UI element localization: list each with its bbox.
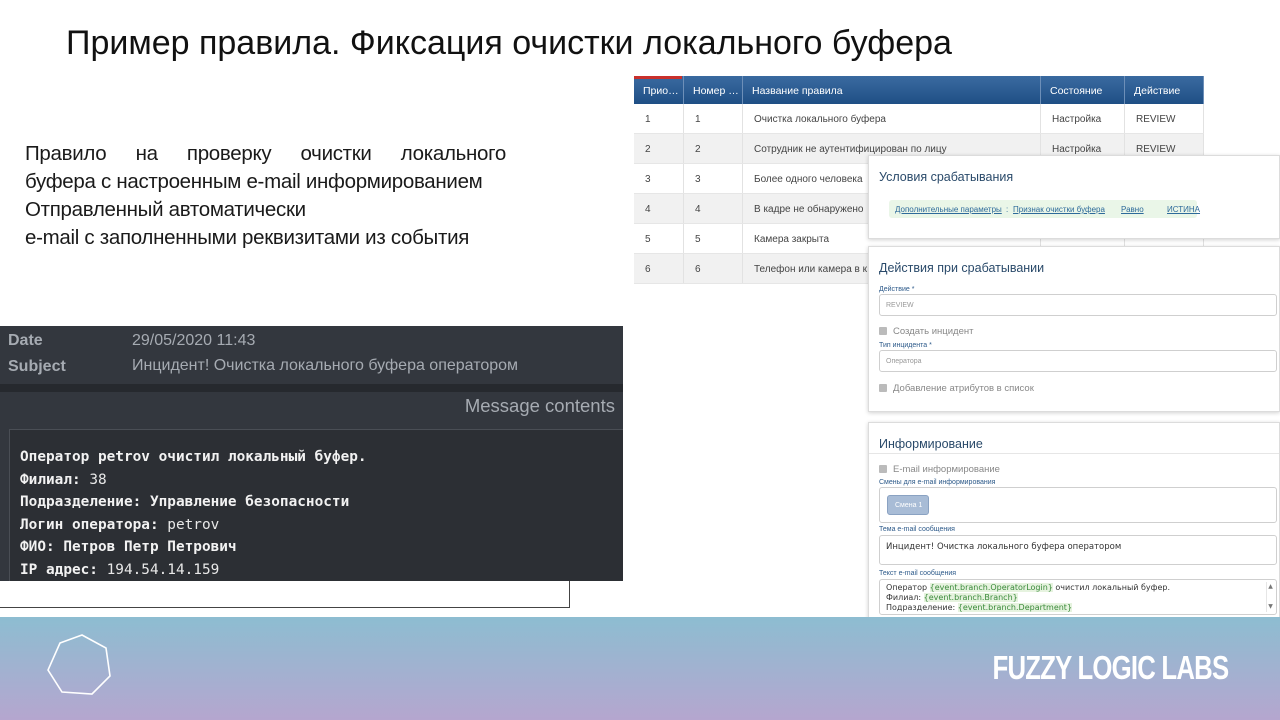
email-date-value: 29/05/2020 11:43 (132, 332, 256, 349)
shifts-label: Смены для e-mail информирования (879, 479, 996, 486)
email-subject-value: Инцидент! Очистка локального буфера опер… (132, 357, 519, 374)
condition-attr-link[interactable]: Признак очистки буфера (1013, 205, 1105, 214)
scroll-down-icon[interactable]: ▼ (1268, 603, 1273, 610)
inform-title: Информирование (879, 437, 983, 451)
scrollbar[interactable]: ▲ ▼ (1266, 582, 1274, 612)
email-text-area[interactable]: Оператор {event.branch.OperatorLogin} оч… (879, 579, 1277, 615)
text-fragment: Подразделение: (886, 603, 958, 612)
slide-title: Пример правила. Фиксация очистки локальн… (66, 24, 952, 62)
text-label: Текст e-mail сообщения (879, 570, 957, 577)
checkbox-box[interactable] (879, 384, 887, 392)
brand-logo: FUZZY LOGIC LABS (992, 649, 1229, 686)
incident-type-label: Тип инцидента * (879, 342, 932, 349)
text-fragment: очистил локальный буфер. (1052, 583, 1171, 592)
email-line: IP адрес: 194.54.14.159 (20, 559, 623, 582)
description-line: e-mail с заполненными реквизитами из соб… (25, 226, 470, 249)
email-line: ФИО: Петров Петр Петрович (20, 536, 623, 559)
email-line-key: Логин оператора: (20, 516, 159, 533)
template-variable: {event.branch.Branch} (923, 593, 1018, 602)
table-cell: 1 (684, 104, 743, 133)
shift-tag[interactable]: Смена 1 (887, 495, 929, 515)
table-cell: 1 (634, 104, 684, 133)
table-cell: REVIEW (1125, 104, 1204, 133)
table-cell: 4 (684, 194, 743, 223)
email-message: Date 29/05/2020 11:43 Subject Инцидент! … (0, 326, 623, 581)
email-line-value: 38 (80, 471, 107, 488)
condition-chip[interactable]: Дополнительные параметры : Признак очист… (889, 200, 1200, 218)
message-contents-label: Message contents (464, 395, 615, 416)
table-cell: 5 (684, 224, 743, 253)
email-inform-checkbox[interactable]: E-mail информирование (879, 464, 1000, 475)
text-fragment: Оператор (886, 583, 930, 592)
condition-op-link[interactable]: Равно (1121, 205, 1144, 214)
description-line: Правило на проверку очистки локального (25, 142, 506, 165)
divider (0, 384, 623, 392)
table-cell: 2 (634, 134, 684, 163)
column-header-number[interactable]: Номер … (684, 76, 743, 104)
email-subject-label: Subject (8, 358, 66, 375)
condition-separator: : (1006, 205, 1009, 214)
condition-param-link[interactable]: Дополнительные параметры (895, 205, 1002, 214)
heptagon-logo-icon (47, 634, 111, 695)
table-cell: 2 (684, 134, 743, 163)
table-row[interactable]: 1 1 Очистка локального буфера Настройка … (634, 104, 1204, 134)
email-line-value: petrov (158, 516, 220, 533)
table-cell: 6 (684, 254, 743, 283)
email-line: Филиал: 38 (20, 469, 623, 492)
email-line-key: Оператор petrov очистил локальный буфер. (20, 449, 367, 465)
add-attributes-label: Добавление атрибутов в список (893, 383, 1034, 394)
email-line-key: Филиал: (20, 471, 81, 488)
action-label: Действие * (879, 286, 915, 293)
text-fragment: Филиал: (886, 593, 924, 602)
description: Правило на проверку очистки локального б… (25, 140, 506, 252)
email-line-value: 194.54.14.159 (97, 561, 220, 578)
create-incident-label: Создать инцидент (893, 326, 974, 337)
checkbox-box[interactable] (879, 465, 887, 473)
column-header-action[interactable]: Действие (1125, 76, 1204, 104)
email-line-key: ФИО: Петров Петр Петрович (20, 539, 237, 555)
table-cell: 6 (634, 254, 684, 283)
email-line: Логин оператора: petrov (20, 514, 623, 537)
actions-panel: Действия при срабатывании Действие * REV… (868, 246, 1280, 412)
add-attributes-checkbox[interactable]: Добавление атрибутов в список (879, 383, 1034, 394)
table-header: Прио… Номер … Название правила Состояние… (634, 76, 1204, 104)
conditions-title: Условия срабатывания (879, 170, 1014, 184)
table-cell: Очистка локального буфера (743, 104, 1041, 133)
template-variable: {event.branch.Department} (957, 603, 1073, 612)
email-line-key: Подразделение: Управление безопасности (20, 494, 350, 510)
action-select[interactable]: REVIEW (879, 294, 1277, 316)
description-line: буфера с настроенным e-mail информирован… (25, 170, 483, 193)
actions-title: Действия при срабатывании (879, 261, 1045, 275)
column-header-rule-name[interactable]: Название правила (743, 76, 1041, 104)
table-cell: 3 (634, 164, 684, 193)
incident-type-select[interactable]: Оператора (879, 350, 1277, 372)
template-variable: {event.branch.OperatorLogin} (929, 583, 1053, 592)
email-date-label: Date (8, 332, 43, 349)
create-incident-checkbox[interactable]: Создать инцидент (879, 326, 973, 337)
subject-label: Тема e-mail сообщения (879, 526, 955, 533)
email-line: Оператор petrov очистил локальный буфер. (20, 446, 623, 469)
table-cell: 5 (634, 224, 684, 253)
inform-panel: Информирование E-mail информирование Сме… (868, 422, 1280, 620)
conditions-panel: Условия срабатывания Дополнительные пара… (868, 155, 1280, 239)
table-accent (634, 76, 682, 79)
description-line: Отправленный автоматически (25, 198, 306, 221)
email-line-key: IP адрес: (20, 561, 98, 578)
column-header-priority[interactable]: Прио… (634, 76, 684, 104)
shifts-field[interactable] (879, 487, 1277, 523)
checkbox-box[interactable] (879, 327, 887, 335)
email-body: Оператор petrov очистил локальный буфер.… (9, 429, 623, 581)
email-line: Подразделение: Управление безопасности (20, 491, 623, 514)
divider (869, 453, 1279, 454)
table-cell: Настройка (1041, 104, 1125, 133)
email-inform-label: E-mail информирование (893, 464, 1000, 475)
subject-input[interactable]: Инцидент! Очистка локального буфера опер… (879, 535, 1277, 565)
table-cell: 3 (684, 164, 743, 193)
footer-band: FUZZY LOGIC LABS (0, 617, 1280, 720)
condition-value-link[interactable]: ИСТИНА (1167, 205, 1200, 214)
table-cell: 4 (634, 194, 684, 223)
scroll-up-icon[interactable]: ▲ (1268, 583, 1273, 590)
column-header-state[interactable]: Состояние (1041, 76, 1125, 104)
